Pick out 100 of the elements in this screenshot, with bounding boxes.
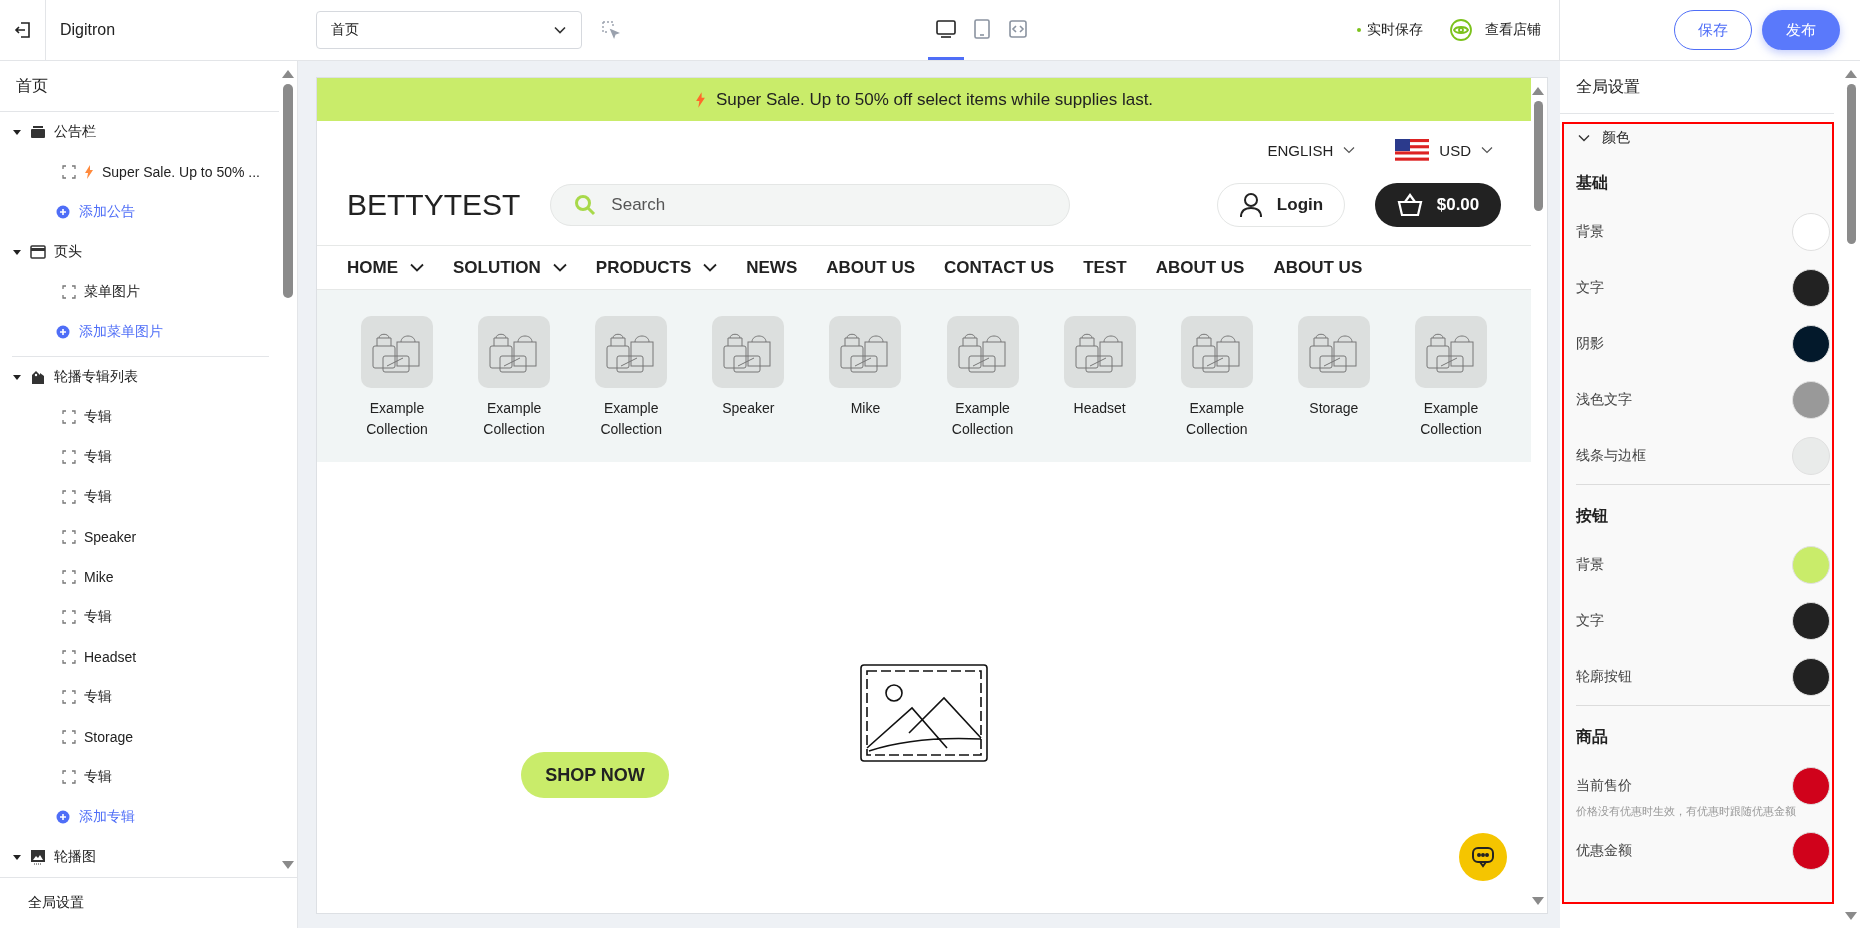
tree-item[interactable]: Super Sale. Up to 50% ...	[12, 152, 269, 192]
color-swatch[interactable]	[1792, 767, 1830, 805]
color-label: 文字	[1576, 279, 1604, 297]
chat-button[interactable]	[1459, 833, 1507, 881]
tree-item[interactable]: Storage	[12, 717, 269, 757]
color-swatch[interactable]	[1792, 213, 1830, 251]
language-select[interactable]: ENGLISH	[1267, 139, 1356, 161]
nav-link[interactable]: NEWS	[746, 257, 798, 278]
color-swatch[interactable]	[1792, 269, 1830, 307]
bags-icon[interactable]	[1297, 316, 1370, 388]
scroll-down-icon[interactable]	[1845, 912, 1857, 920]
nav-link[interactable]: TEST	[1083, 257, 1127, 278]
tree-section[interactable]: 轮播图	[12, 837, 269, 877]
bags-icon[interactable]	[829, 316, 902, 388]
scrollbar-thumb[interactable]	[283, 84, 293, 298]
frame-corners-icon	[62, 650, 76, 664]
color-label: 轮廓按钮	[1576, 668, 1632, 686]
frame-corners-icon	[62, 770, 76, 784]
image-placeholder-icon	[859, 662, 989, 763]
nav-link[interactable]: PRODUCTS	[595, 257, 718, 278]
expand-arrow-icon[interactable]	[12, 852, 22, 862]
header-icon	[30, 245, 46, 259]
tree-item[interactable]: 菜单图片	[12, 272, 269, 312]
color-swatch[interactable]	[1792, 381, 1830, 419]
frame-corners-icon	[62, 450, 76, 464]
chevron-icon[interactable]	[1578, 133, 1590, 143]
tree-item[interactable]: Headset	[12, 637, 269, 677]
tree-section[interactable]: 轮播专辑列表	[12, 357, 269, 397]
exit-icon[interactable]	[13, 21, 32, 39]
nav-link[interactable]: CONTACT US	[944, 257, 1055, 278]
color-swatch[interactable]	[1792, 546, 1830, 584]
add-link[interactable]: 添加公告	[12, 192, 269, 232]
bags-icon[interactable]	[361, 316, 433, 388]
tree-item[interactable]: 专辑	[12, 757, 269, 797]
bags-icon[interactable]	[478, 316, 551, 388]
color-label: 当前售价	[1576, 777, 1632, 795]
global-settings-link[interactable]: 全局设置	[0, 877, 297, 928]
bags-icon[interactable]	[1063, 316, 1136, 388]
expand-arrow-icon[interactable]	[12, 127, 22, 137]
collection-label[interactable]: Example Collection	[469, 398, 560, 440]
tree-item[interactable]: Mike	[12, 557, 269, 597]
frame-corners-icon	[62, 530, 76, 544]
collection-label[interactable]: Mike	[820, 398, 911, 419]
page-title: 首页	[0, 61, 279, 112]
color-section-toggle[interactable]: 颜色	[1576, 124, 1830, 152]
color-swatch[interactable]	[1792, 602, 1830, 640]
select-tool-icon[interactable]	[602, 21, 620, 39]
tree-item[interactable]: 专辑	[12, 437, 269, 477]
publish-button[interactable]: 发布	[1762, 10, 1840, 50]
collection-label[interactable]: Headset	[1054, 398, 1145, 419]
group-heading: 基础	[1576, 172, 1609, 193]
tree-item[interactable]: 专辑	[12, 677, 269, 717]
tablet-icon	[973, 17, 991, 40]
nav-link[interactable]: SOLUTION	[453, 257, 567, 278]
eye-icon	[1449, 18, 1473, 42]
login-button[interactable]: Login	[1217, 183, 1345, 227]
collection-label[interactable]: Example Collection	[937, 398, 1028, 440]
color-swatch[interactable]	[1792, 325, 1830, 363]
tree-item[interactable]: Speaker	[12, 517, 269, 557]
cart-button[interactable]: $0.00	[1375, 183, 1501, 227]
bags-icon[interactable]	[1415, 316, 1487, 388]
view-store-link[interactable]: 查看店铺	[1449, 18, 1541, 42]
image-icon	[30, 849, 46, 865]
search-field[interactable]: Search	[550, 184, 1071, 226]
expand-arrow-icon[interactable]	[12, 372, 22, 382]
currency-select[interactable]: USD	[1395, 139, 1493, 161]
page-select[interactable]: 首页	[316, 11, 582, 49]
nav-link[interactable]: ABOUT US	[1155, 257, 1245, 278]
scrollbar-thumb[interactable]	[1846, 84, 1856, 244]
group-heading: 按钮	[1576, 505, 1609, 526]
bags-icon[interactable]	[946, 316, 1019, 388]
add-link[interactable]: 添加专辑	[12, 797, 269, 837]
nav-link[interactable]: ABOUT US	[826, 257, 916, 278]
tree-section[interactable]: 公告栏	[12, 112, 269, 152]
collection-label[interactable]: Example Collection	[1171, 398, 1262, 440]
bags-icon[interactable]	[595, 316, 668, 388]
add-link[interactable]: 添加菜单图片	[12, 312, 269, 352]
color-swatch[interactable]	[1792, 437, 1830, 475]
bags-icon[interactable]	[712, 316, 785, 388]
collection-label[interactable]: Storage	[1288, 398, 1379, 419]
expand-arrow-icon[interactable]	[12, 247, 22, 257]
scrollbar-thumb[interactable]	[1533, 101, 1543, 211]
collection-label[interactable]: Example Collection	[352, 398, 442, 440]
bags-icon[interactable]	[1180, 316, 1253, 388]
tree-item[interactable]: 专辑	[12, 477, 269, 517]
save-button[interactable]: 保存	[1674, 10, 1752, 50]
collection-label[interactable]: Example Collection	[1406, 398, 1496, 440]
tree-item[interactable]: 专辑	[12, 397, 269, 437]
collection-label[interactable]: Speaker	[703, 398, 794, 419]
store-logo[interactable]: BETTYTEST	[347, 185, 521, 225]
scroll-down-icon[interactable]	[1532, 897, 1544, 905]
tree-item[interactable]: 专辑	[12, 597, 269, 637]
nav-link[interactable]: ABOUT US	[1273, 257, 1363, 278]
color-swatch[interactable]	[1792, 658, 1830, 696]
color-swatch[interactable]	[1792, 832, 1830, 870]
collection-label[interactable]: Example Collection	[586, 398, 677, 440]
nav-link[interactable]: HOME	[347, 257, 424, 278]
shop-now-button[interactable]: SHOP NOW	[521, 752, 669, 798]
frame-corners-icon	[62, 690, 76, 704]
tree-section[interactable]: 页头	[12, 232, 269, 272]
